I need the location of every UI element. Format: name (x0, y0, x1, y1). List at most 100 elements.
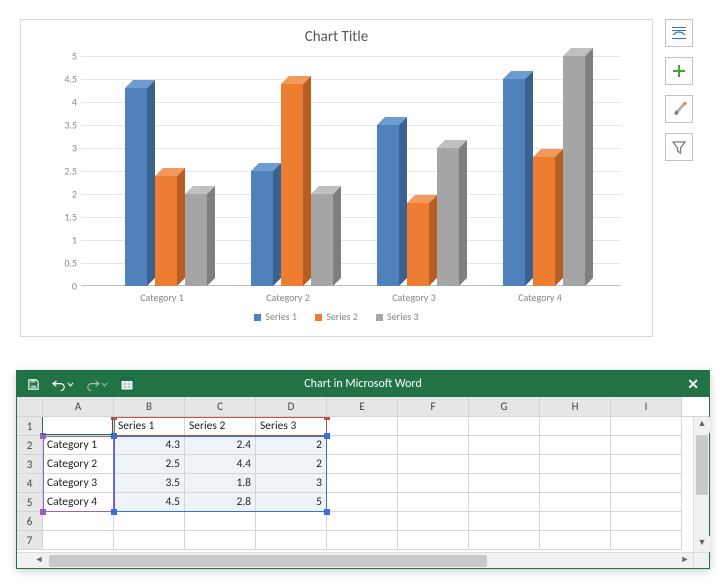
cell-I1[interactable] (611, 417, 682, 436)
chart-container[interactable]: Chart Title 00.511.522.533.544.55 Catego… (20, 19, 653, 337)
cell-G2[interactable] (469, 436, 540, 455)
undo-button[interactable] (52, 378, 74, 391)
column-header-C[interactable]: C (185, 397, 256, 416)
excel-titlebar[interactable]: Chart in Microsoft Word ✕ (17, 371, 709, 397)
cell-F4[interactable] (398, 474, 469, 493)
cell-A1[interactable] (43, 417, 114, 436)
cell-C4[interactable]: 1.8 (185, 474, 256, 493)
horizontal-scrollbar[interactable]: ◄ ► (17, 552, 693, 568)
cell-F3[interactable] (398, 455, 469, 474)
cell-A2[interactable]: Category 1 (43, 436, 114, 455)
cell-H1[interactable] (540, 417, 611, 436)
cell-B3[interactable]: 2.5 (114, 455, 185, 474)
cell-C6[interactable] (185, 512, 256, 531)
cell-E3[interactable] (327, 455, 398, 474)
spreadsheet-grid[interactable]: 1Series 1Series 2Series 32Category 14.32… (17, 417, 709, 551)
cell-F2[interactable] (398, 436, 469, 455)
save-button[interactable] (27, 378, 40, 391)
cell-C5[interactable]: 2.8 (185, 493, 256, 512)
update-data-button[interactable] (120, 377, 134, 391)
cell-B4[interactable]: 3.5 (114, 474, 185, 493)
cell-I5[interactable] (611, 493, 682, 512)
cell-B6[interactable] (114, 512, 185, 531)
column-header-E[interactable]: E (327, 397, 398, 416)
cell-C7[interactable] (185, 531, 256, 550)
cell-D4[interactable]: 3 (256, 474, 327, 493)
scroll-up-button[interactable]: ▲ (694, 417, 710, 433)
cell-B7[interactable] (114, 531, 185, 550)
row-header-4[interactable]: 4 (17, 474, 43, 493)
vertical-scrollbar[interactable]: ▲ ▼ (693, 417, 709, 552)
hscroll-thumb[interactable] (49, 555, 487, 567)
cell-H5[interactable] (540, 493, 611, 512)
cell-A7[interactable] (43, 531, 114, 550)
cell-E1[interactable] (327, 417, 398, 436)
cell-F7[interactable] (398, 531, 469, 550)
bar-series-3[interactable] (185, 194, 207, 286)
bar-series-1[interactable] (125, 88, 147, 286)
bar-series-2[interactable] (155, 176, 177, 286)
layout-options-button[interactable] (665, 19, 693, 47)
cell-I6[interactable] (611, 512, 682, 531)
cell-E2[interactable] (327, 436, 398, 455)
chart-plot-area[interactable]: 00.511.522.533.544.55 Category 1Category… (81, 56, 621, 286)
bar-series-3[interactable] (563, 56, 585, 286)
cell-F6[interactable] (398, 512, 469, 531)
bar-series-3[interactable] (311, 194, 333, 286)
cell-H2[interactable] (540, 436, 611, 455)
cell-A3[interactable]: Category 2 (43, 455, 114, 474)
column-header-F[interactable]: F (398, 397, 469, 416)
column-header-A[interactable]: A (43, 397, 114, 416)
bar-series-2[interactable] (533, 157, 555, 286)
cell-A5[interactable]: Category 4 (43, 493, 114, 512)
cell-E4[interactable] (327, 474, 398, 493)
cell-D2[interactable]: 2 (256, 436, 327, 455)
column-header-G[interactable]: G (469, 397, 540, 416)
row-header-7[interactable]: 7 (17, 531, 43, 550)
select-all-corner[interactable] (17, 397, 43, 416)
cell-G6[interactable] (469, 512, 540, 531)
bar-series-2[interactable] (407, 203, 429, 286)
cell-H3[interactable] (540, 455, 611, 474)
cell-F1[interactable] (398, 417, 469, 436)
cell-I3[interactable] (611, 455, 682, 474)
cell-A6[interactable] (43, 512, 114, 531)
cell-I4[interactable] (611, 474, 682, 493)
cell-D5[interactable]: 5 (256, 493, 327, 512)
close-button[interactable]: ✕ (687, 376, 699, 393)
legend-item-series1[interactable]: Series 1 (254, 310, 297, 323)
chart-title[interactable]: Chart Title (21, 20, 652, 46)
cell-H6[interactable] (540, 512, 611, 531)
cell-I2[interactable] (611, 436, 682, 455)
bar-series-3[interactable] (437, 148, 459, 286)
cell-G5[interactable] (469, 493, 540, 512)
cell-G1[interactable] (469, 417, 540, 436)
vscroll-thumb[interactable] (696, 435, 708, 495)
row-header-3[interactable]: 3 (17, 455, 43, 474)
legend-item-series3[interactable]: Series 3 (376, 310, 419, 323)
cell-A4[interactable]: Category 3 (43, 474, 114, 493)
bar-series-1[interactable] (377, 125, 399, 286)
cell-D6[interactable] (256, 512, 327, 531)
cell-G3[interactable] (469, 455, 540, 474)
cell-F5[interactable] (398, 493, 469, 512)
legend-item-series2[interactable]: Series 2 (315, 310, 358, 323)
cell-E7[interactable] (327, 531, 398, 550)
bar-series-1[interactable] (503, 79, 525, 286)
cell-D7[interactable] (256, 531, 327, 550)
chart-filters-button[interactable] (665, 133, 693, 161)
chart-elements-button[interactable] (665, 57, 693, 85)
cell-I7[interactable] (611, 531, 682, 550)
bar-series-2[interactable] (281, 84, 303, 286)
scroll-down-button[interactable]: ▼ (694, 536, 710, 552)
column-header-H[interactable]: H (540, 397, 611, 416)
cell-H4[interactable] (540, 474, 611, 493)
cell-C2[interactable]: 2.4 (185, 436, 256, 455)
cell-C3[interactable]: 4.4 (185, 455, 256, 474)
bar-series-1[interactable] (251, 171, 273, 286)
column-header-D[interactable]: D (256, 397, 327, 416)
chart-styles-button[interactable] (665, 95, 693, 123)
chart-legend[interactable]: Series 1 Series 2 Series 3 (21, 310, 652, 323)
cell-B1[interactable]: Series 1 (114, 417, 185, 436)
cell-E6[interactable] (327, 512, 398, 531)
